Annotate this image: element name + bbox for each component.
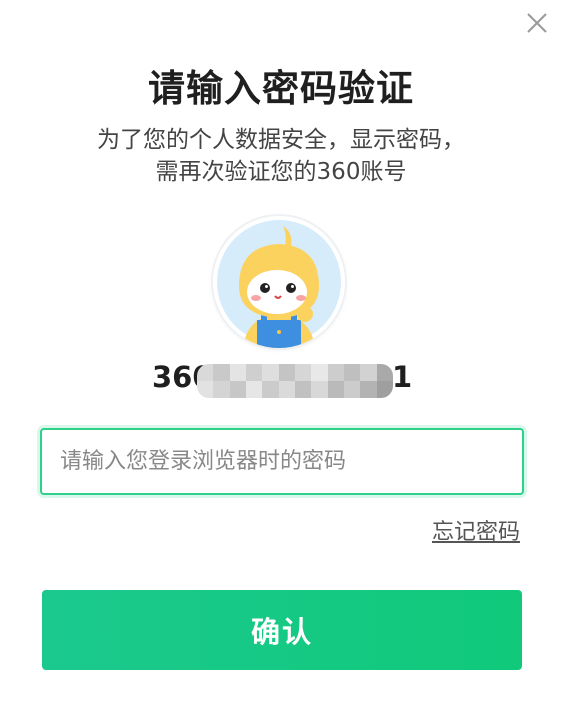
account-display: 360 1 bbox=[0, 356, 562, 400]
password-input[interactable] bbox=[40, 428, 524, 495]
forgot-password-link[interactable]: 忘记密码 bbox=[432, 514, 520, 546]
dialog-title: 请输入密码验证 bbox=[148, 67, 414, 110]
account-suffix: 1 bbox=[392, 360, 413, 394]
avatar bbox=[213, 216, 345, 348]
close-button[interactable] bbox=[524, 10, 550, 36]
description-line-2: 需再次验证您的360账号 bbox=[155, 159, 407, 185]
close-icon bbox=[527, 13, 547, 33]
dialog-description: 为了您的个人数据安全，显示密码， 需再次验证您的360账号 bbox=[0, 124, 562, 188]
description-line-1: 为了您的个人数据安全，显示密码， bbox=[97, 127, 465, 153]
confirm-button[interactable]: 确认 bbox=[42, 590, 522, 670]
mascot-avatar-icon bbox=[217, 220, 341, 348]
account-masked-mosaic bbox=[197, 364, 393, 398]
